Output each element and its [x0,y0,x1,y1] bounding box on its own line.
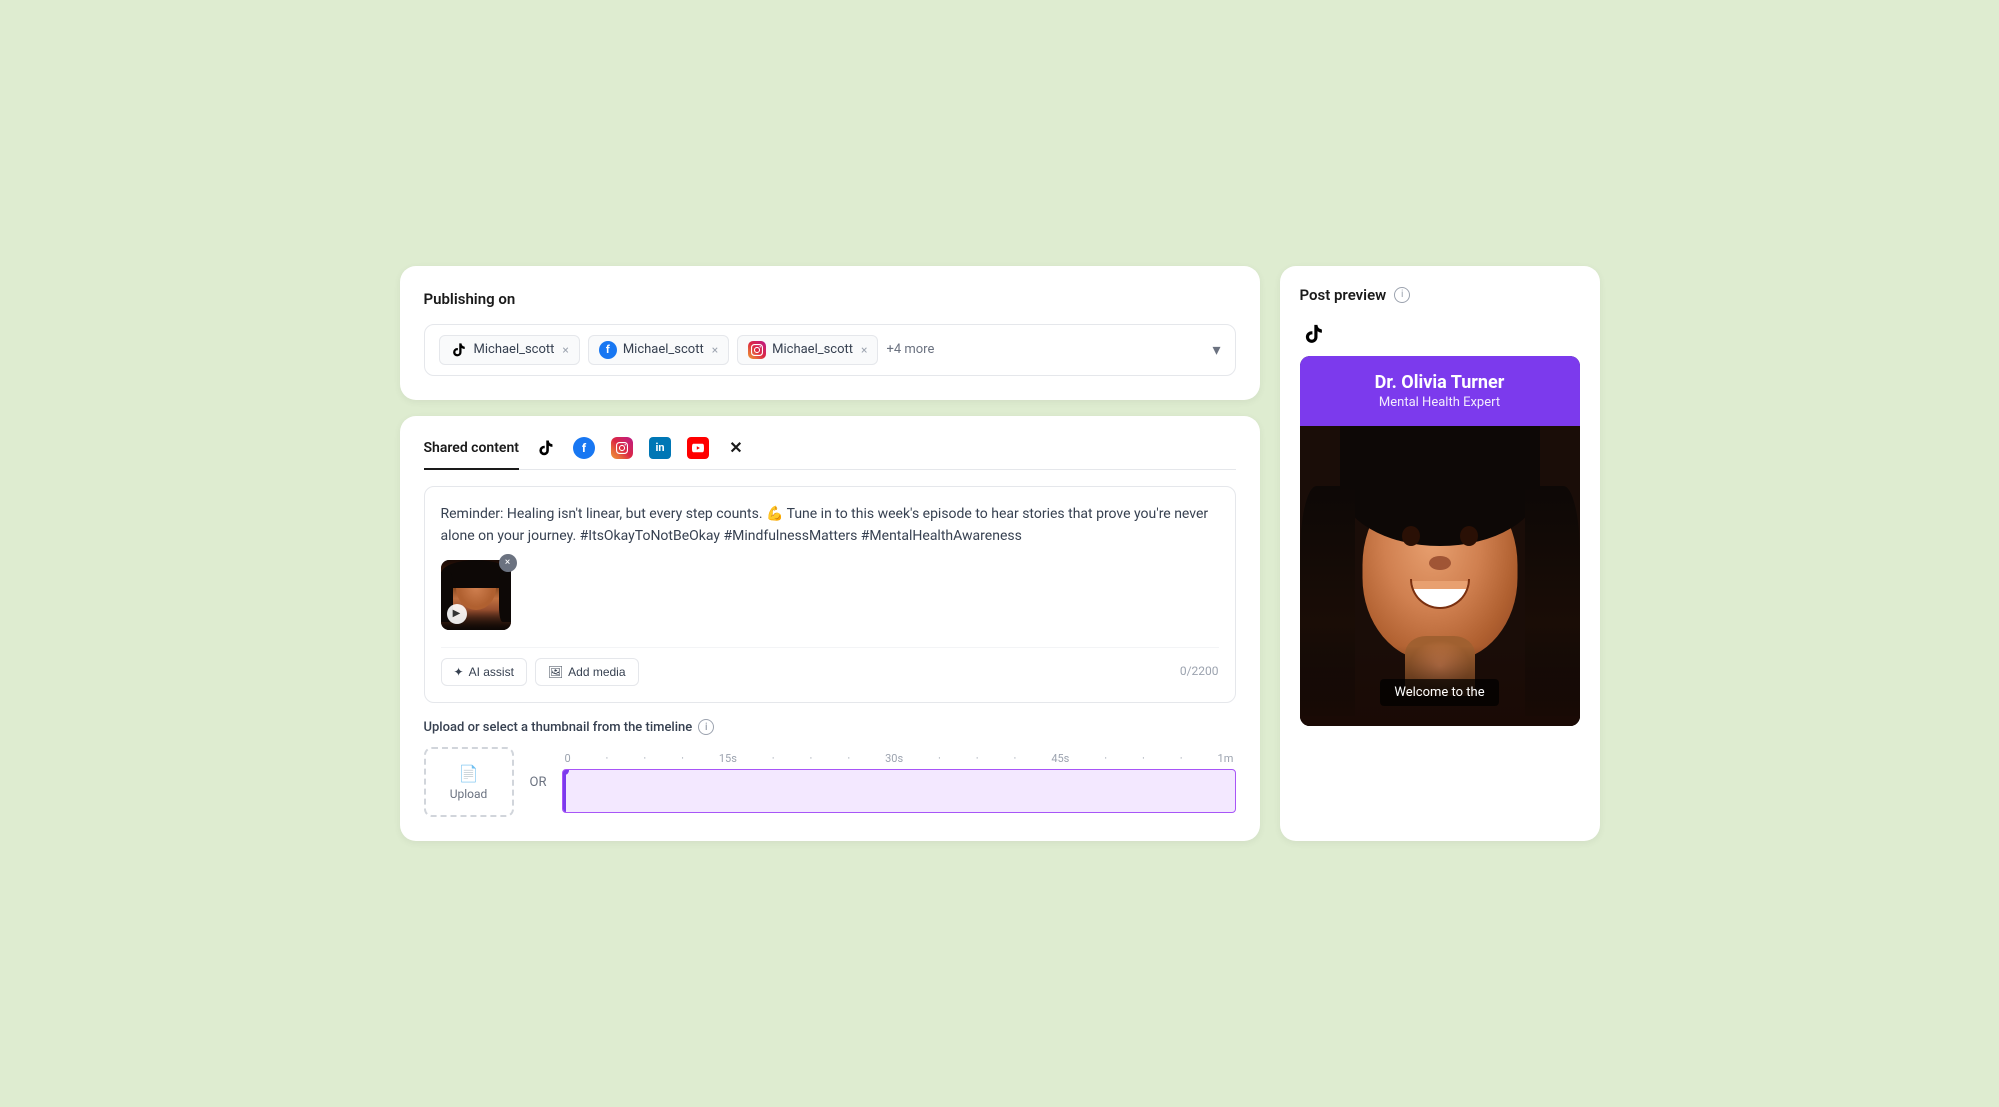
timeline-mark-9: · [1014,752,1017,765]
tab-shared-content[interactable]: Shared content [424,440,519,470]
preview-header: Post preview i [1300,286,1580,304]
account-tag-instagram-close[interactable]: × [861,343,867,357]
more-accounts-badge[interactable]: +4 more [886,342,934,357]
account-tag-instagram-name: Michael_scott [772,342,853,357]
media-thumbnail-close[interactable]: × [499,554,517,572]
publishing-accounts-row: Michael_scott × f Michael_scott × [424,324,1236,376]
timeline-mark-12: · [1180,752,1183,765]
preview-image: Dr. Olivia Turner Mental Health Expert [1300,356,1580,726]
account-tag-tiktok-close[interactable]: × [562,343,568,357]
upload-box[interactable]: 📄 Upload [424,747,514,817]
timeline-track[interactable] [562,769,1235,813]
publishing-card: Publishing on Michael_scott × f Michael_… [400,266,1260,400]
textarea-footer: ✦ AI assist 🖼 Add media 0/2200 [441,647,1219,686]
thumbnail-info-icon: i [698,719,714,735]
welcome-badge: Welcome to the [1380,679,1498,706]
tiktok-icon [450,341,468,359]
shared-content-card: Shared content f [400,416,1260,841]
add-media-icon: 🖼 [548,665,563,679]
account-tag-instagram[interactable]: Michael_scott × [737,335,878,365]
preview-person-subtitle: Mental Health Expert [1320,395,1560,410]
preview-tiktok-icon [1303,323,1325,345]
preview-title: Post preview [1300,286,1387,304]
account-tag-tiktok-name: Michael_scott [474,342,555,357]
timeline-mark-0: 0 [564,752,570,765]
preview-person-name: Dr. Olivia Turner [1320,372,1560,393]
accounts-dropdown-arrow[interactable]: ▾ [1212,340,1220,359]
thumbnail-section: Upload or select a thumbnail from the ti… [424,719,1236,817]
add-media-button[interactable]: 🖼 Add media [535,658,639,686]
timeline-handle[interactable] [563,769,566,813]
instagram-tab-icon [611,437,633,459]
footer-actions: ✦ AI assist 🖼 Add media [441,658,639,686]
youtube-tab-icon [687,437,709,459]
account-tag-facebook[interactable]: f Michael_scott × [588,335,729,365]
add-media-label: Add media [568,665,625,679]
timeline-mark-4: · [772,752,775,765]
account-tag-facebook-close[interactable]: × [712,343,718,357]
timeline-mark-11: · [1142,752,1145,765]
facebook-tab-icon: f [573,437,595,459]
linkedin-tab-icon: in [649,437,671,459]
ai-assist-icon: ✦ [454,665,464,679]
timeline-mark-6: · [847,752,850,765]
preview-person-image: Welcome to the [1300,426,1580,726]
media-thumbnail-container: ▶ × [441,560,511,630]
tab-x[interactable]: ✕ [725,444,747,466]
media-thumbnail: ▶ [441,560,511,630]
play-button-overlay[interactable]: ▶ [447,604,467,624]
tab-youtube[interactable] [687,444,709,466]
instagram-icon [748,341,766,359]
thumbnail-label: Upload or select a thumbnail from the ti… [424,719,1236,735]
facebook-icon: f [599,341,617,359]
timeline-mark-10: · [1104,752,1107,765]
timeline-mark-5: · [810,752,813,765]
upload-icon: 📄 [459,764,479,783]
timeline-mark-8: · [976,752,979,765]
preview-platform-icon [1300,320,1328,348]
thumbnail-label-text: Upload or select a thumbnail from the ti… [424,720,693,735]
ai-assist-button[interactable]: ✦ AI assist [441,658,527,686]
char-count: 0/2200 [1180,662,1219,681]
tab-shared-content-label: Shared content [424,440,519,456]
publishing-title: Publishing on [424,290,1236,308]
or-label: OR [530,775,547,790]
timeline-mark-1: · [606,752,609,765]
tab-tiktok[interactable] [535,444,557,466]
thumbnail-row: 📄 Upload OR 0 · · · 15s · · · [424,747,1236,817]
preview-welcome-text-area: Welcome to the [1300,679,1580,706]
content-body-text: Reminder: Healing isn't linear, but ever… [441,503,1219,548]
timeline-mark-7: · [938,752,941,765]
timeline-mark-15s: 15s [719,752,737,765]
upload-label: Upload [450,787,488,801]
account-tag-facebook-name: Michael_scott [623,342,704,357]
preview-info-icon: i [1394,287,1410,303]
tab-instagram[interactable] [611,444,633,466]
timeline-mark-45s: 45s [1051,752,1069,765]
preview-panel: Post preview i Dr. Olivia Turner Mental … [1280,266,1600,841]
ai-assist-label: AI assist [469,665,514,679]
timeline-container: 0 · · · 15s · · · 30s · · · 45s [562,752,1235,813]
content-tabs-row: Shared content f [424,440,1236,470]
timeline-labels: 0 · · · 15s · · · 30s · · · 45s [562,752,1235,765]
account-tag-tiktok[interactable]: Michael_scott × [439,335,580,365]
timeline-mark-30s: 30s [885,752,903,765]
tab-linkedin[interactable]: in [649,444,671,466]
timeline-mark-1m: 1m [1218,752,1234,765]
tiktok-tab-icon [537,439,555,457]
timeline-mark-2: · [643,752,646,765]
tab-facebook[interactable]: f [573,444,595,466]
preview-top-bar: Dr. Olivia Turner Mental Health Expert [1300,356,1580,426]
timeline-mark-3: · [681,752,684,765]
content-textarea[interactable]: Reminder: Healing isn't linear, but ever… [424,486,1236,703]
x-tab-icon: ✕ [725,437,747,459]
